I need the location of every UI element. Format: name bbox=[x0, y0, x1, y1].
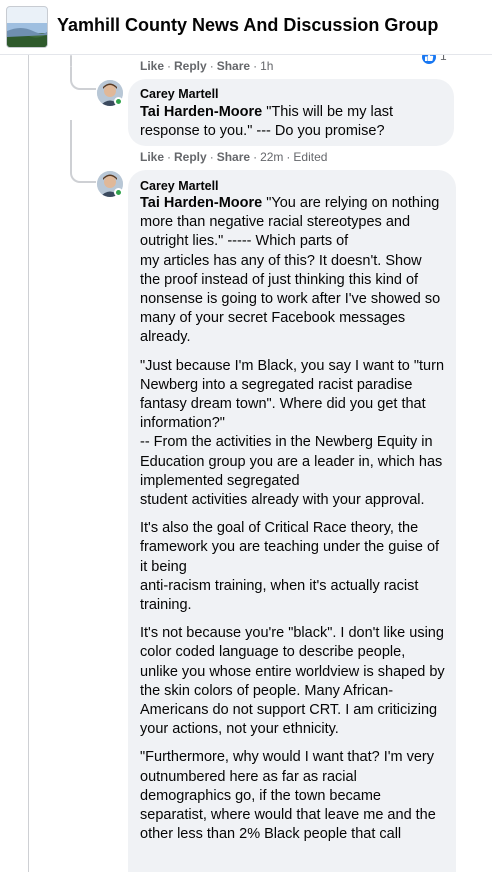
comment-paragraph: It's not because you're "black". I don't… bbox=[140, 625, 445, 738]
comment-bubble: Carey Martell Tai Harden-Moore "This wil… bbox=[128, 79, 454, 146]
online-status-dot bbox=[114, 188, 123, 197]
thread-rail bbox=[28, 55, 29, 872]
online-status-dot bbox=[114, 97, 123, 106]
thread-connector bbox=[70, 160, 96, 183]
reply-link[interactable]: Reply bbox=[174, 150, 207, 164]
comment-text: Tai Harden-Moore "This will be my last r… bbox=[140, 104, 394, 140]
comment-bubble: Carey Martell Tai Harden-Moore "You are … bbox=[128, 170, 456, 872]
share-link[interactable]: Share bbox=[217, 59, 250, 73]
thread-line bbox=[70, 120, 72, 165]
comment-paragraph: Tai Harden-Moore "You are relying on not… bbox=[140, 195, 441, 346]
comment-paragraph: It's also the goal of Critical Race theo… bbox=[140, 520, 440, 614]
like-link[interactable]: Like bbox=[140, 150, 164, 164]
reaction-badge[interactable]: 1 bbox=[420, 48, 447, 66]
comment-time[interactable]: 1h bbox=[260, 59, 273, 73]
group-name[interactable]: Yamhill County News And Discussion Group bbox=[57, 15, 438, 36]
comment-paragraph: "Just because I'm Black, you say I want … bbox=[140, 357, 445, 509]
share-link[interactable]: Share bbox=[217, 150, 250, 164]
group-header: Yamhill County News And Discussion Group bbox=[0, 0, 492, 55]
comment-paragraph: "Furthermore, why would I want that? I'm… bbox=[140, 749, 436, 843]
reply-link[interactable]: Reply bbox=[174, 59, 207, 73]
comment-actions: Like · Reply · Share · 22m · Edited bbox=[140, 150, 328, 164]
comment-actions: Like · Reply · Share · 1h bbox=[140, 59, 274, 73]
mention-link[interactable]: Tai Harden-Moore bbox=[140, 104, 262, 120]
like-link[interactable]: Like bbox=[140, 59, 164, 73]
comment-author[interactable]: Carey Martell bbox=[140, 87, 219, 101]
comment-time[interactable]: 22m bbox=[260, 150, 283, 164]
comment-text: Tai Harden-Moore "You are relying on not… bbox=[140, 194, 445, 854]
group-thumbnail[interactable] bbox=[6, 6, 48, 48]
edited-label: Edited bbox=[293, 150, 328, 164]
mention-link[interactable]: Tai Harden-Moore bbox=[140, 195, 262, 211]
comment-author[interactable]: Carey Martell bbox=[140, 179, 219, 193]
thread-line bbox=[70, 55, 72, 67]
thread-connector bbox=[70, 67, 96, 90]
